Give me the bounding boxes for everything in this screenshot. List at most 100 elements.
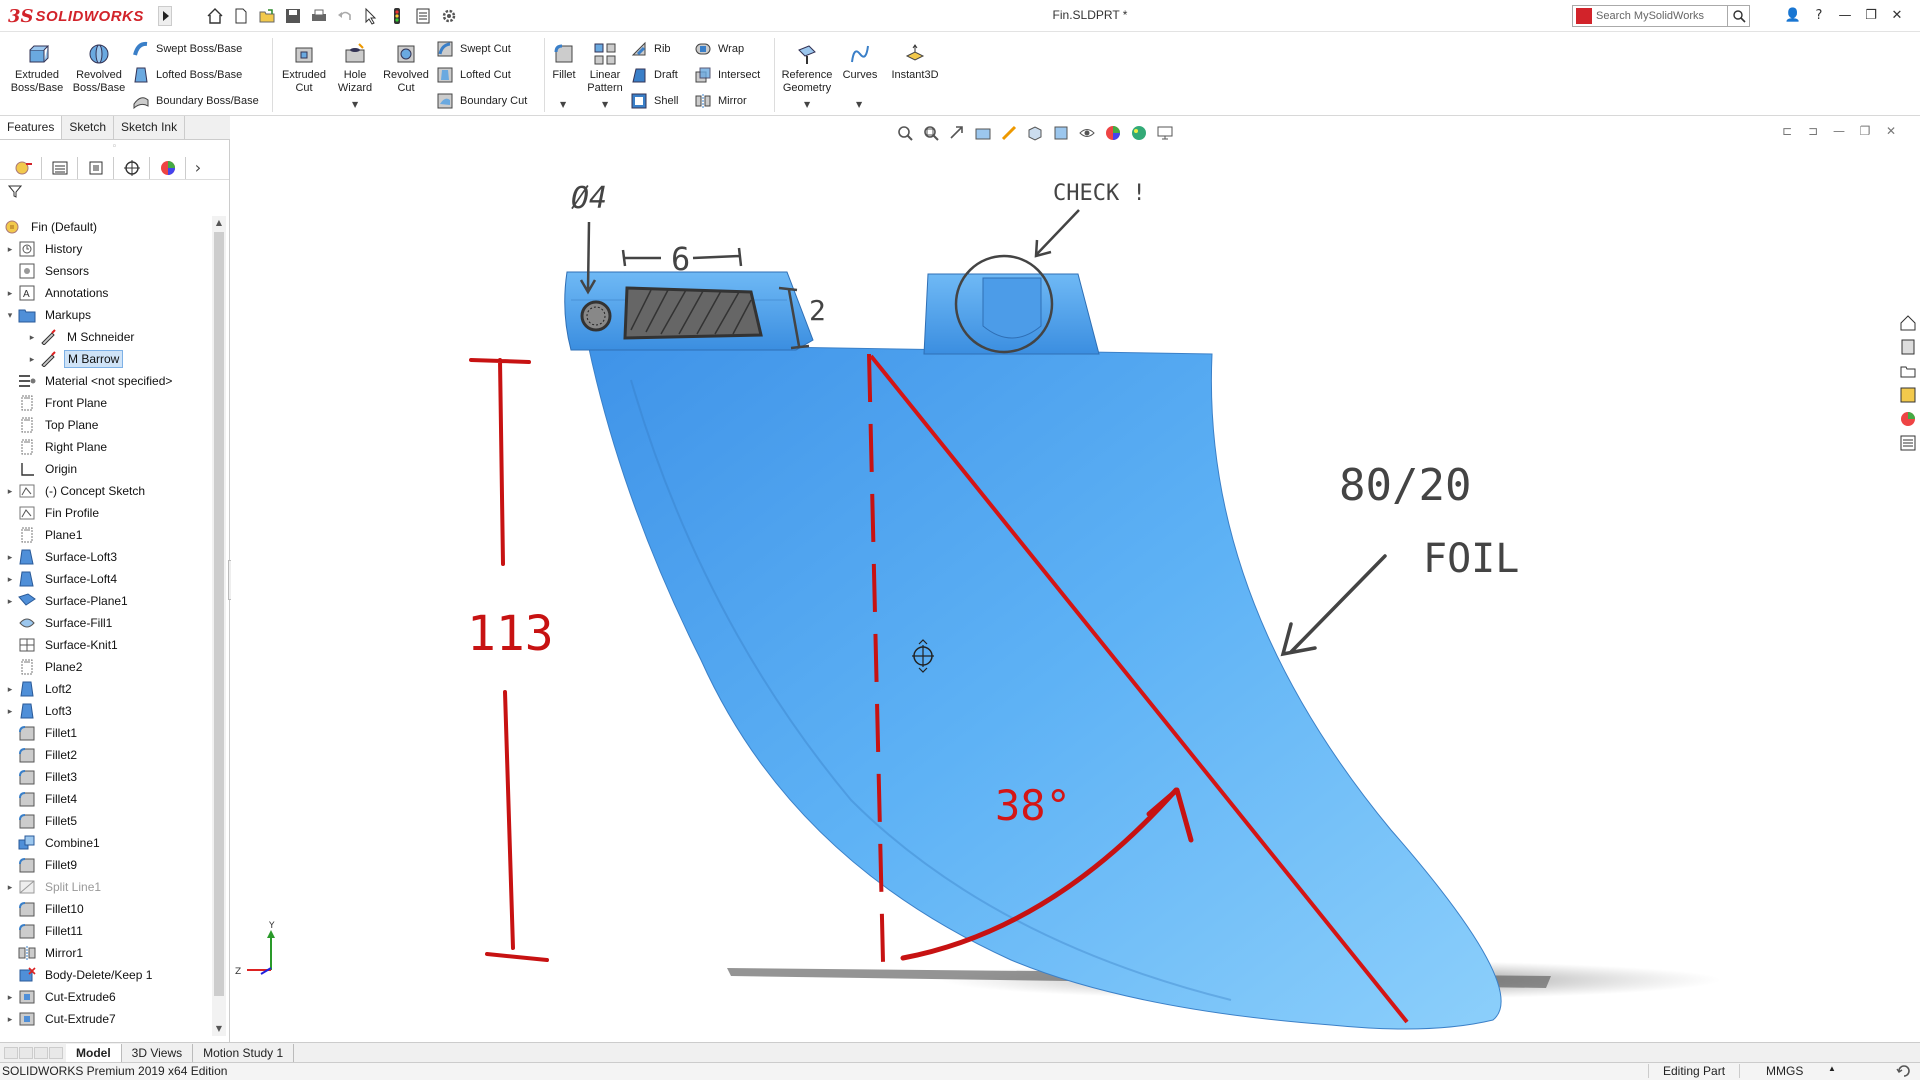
tree-item[interactable]: Fillet5 [0,810,212,832]
tree-item[interactable]: ▸ (-) Concept Sketch [0,480,212,502]
swept-cut-button[interactable]: Swept Cut [436,40,511,58]
tree-item[interactable]: ▸ Cut-Extrude7 [0,1008,212,1030]
view-palette-icon[interactable] [1899,386,1917,404]
tree-item[interactable]: ▸ M Schneider [0,326,212,348]
tree-item[interactable]: Body-Delete/Keep 1 [0,964,212,986]
view-orientation-icon[interactable] [1026,124,1046,142]
tree-item[interactable]: Fin Profile [0,502,212,524]
tree-item[interactable]: Fillet4 [0,788,212,810]
search-mysolidworks[interactable]: Search MySolidWorks [1572,5,1750,27]
restore-icon[interactable]: ❐ [1858,6,1884,26]
model-canvas[interactable]: Ø4 6 2 CHECK ! 113 38° 80/20 FOIL Y Z [231,140,1920,1042]
fin-body[interactable] [587,343,1502,1030]
expand-arrow-icon[interactable]: ▸ [26,332,38,343]
scroll-down-icon[interactable]: ▼ [212,1022,226,1036]
expand-arrow-icon[interactable]: ▸ [4,882,16,893]
tree-item[interactable]: Fillet2 [0,744,212,766]
help-icon[interactable]: ? [1806,6,1832,26]
tree-item[interactable]: ▸ Split Line1 [0,876,212,898]
minimize-icon[interactable]: — [1832,6,1858,26]
configuration-manager-tab-icon[interactable] [78,156,114,179]
previous-view-icon[interactable] [948,124,968,142]
tab-scroll-arrows[interactable] [0,1046,66,1059]
section-view-icon[interactable] [974,124,994,142]
hide-show-items-icon[interactable] [1078,124,1098,142]
expand-arrow-icon[interactable]: ▾ [4,310,16,321]
rebuild-status-icon[interactable] [1896,1063,1912,1079]
tab-model[interactable]: Model [66,1043,122,1062]
tree-item[interactable]: ▸ A Annotations [0,282,212,304]
expand-arrow-icon[interactable]: ▸ [4,552,16,563]
tree-item[interactable]: Fillet9 [0,854,212,876]
search-input[interactable]: Search MySolidWorks [1596,10,1727,22]
scrollbar-thumb[interactable] [214,232,224,996]
shell-button[interactable]: Shell [630,92,678,110]
tree-root[interactable]: Fin (Default) [0,216,212,238]
tree-scrollbar[interactable]: ▲ ▼ [212,216,226,1036]
user-icon[interactable]: 👤 [1780,6,1806,26]
filter-icon[interactable] [0,180,229,202]
viewport-close-icon[interactable]: ✕ [1878,124,1904,138]
panel-grip-icon[interactable]: ◦ [0,140,229,156]
edit-appearance-icon[interactable] [1104,124,1124,142]
tree-item[interactable]: ▸ M Barrow [0,348,212,370]
expand-arrow-icon[interactable]: ▸ [4,1014,16,1025]
expand-arrow-icon[interactable]: ▸ [4,574,16,585]
curves-dropdown-icon[interactable]: ▼ [856,100,862,109]
tree-item[interactable]: Fillet3 [0,766,212,788]
swept-boss-button[interactable]: Swept Boss/Base [132,40,242,58]
tree-item[interactable]: ▸ Loft3 [0,700,212,722]
hole-wizard-button[interactable]: Hole Wizard [332,42,378,95]
tab-sketch[interactable]: Sketch [62,116,115,139]
reference-geometry-button[interactable]: Reference Geometry [776,42,838,95]
expand-arrow-icon[interactable]: ▸ [26,354,38,365]
tree-item[interactable]: Fillet11 [0,920,212,942]
tab-3d-views[interactable]: 3D Views [122,1043,194,1062]
tree-item[interactable]: Front Plane [0,392,212,414]
extruded-boss-button[interactable]: Extruded Boss/Base [8,42,66,95]
tree-item[interactable]: ▾ Markups [0,304,212,326]
scroll-up-icon[interactable]: ▲ [212,216,226,230]
tree-item[interactable]: ▸ Cut-Extrude6 [0,986,212,1008]
dynamic-annotation-icon[interactable] [1000,124,1020,142]
draft-button[interactable]: Draft [630,66,678,84]
appearances-icon[interactable] [1899,410,1917,428]
display-manager-tab-icon[interactable] [150,156,186,179]
expand-arrow-icon[interactable]: ▸ [4,992,16,1003]
expand-arrow-icon[interactable]: ▸ [4,288,16,299]
rib-button[interactable]: Rib [630,40,671,58]
hole-wizard-dropdown-icon[interactable]: ▼ [352,100,358,109]
boundary-cut-button[interactable]: Boundary Cut [436,92,527,110]
wrap-button[interactable]: Wrap [694,40,744,58]
tree-item[interactable]: Material <not specified> [0,370,212,392]
viewport-minimize-icon[interactable]: — [1826,124,1852,138]
close-icon[interactable]: ✕ [1884,6,1910,26]
tab-motion-study[interactable]: Motion Study 1 [193,1043,295,1062]
tree-item[interactable]: Surface-Fill1 [0,612,212,634]
revolved-boss-button[interactable]: Revolved Boss/Base [70,42,128,95]
display-style-icon[interactable] [1052,124,1072,142]
lofted-boss-button[interactable]: Lofted Boss/Base [132,66,242,84]
zoom-to-area-icon[interactable] [922,124,942,142]
tree-item[interactable]: Mirror1 [0,942,212,964]
viewport-prev-icon[interactable]: ⊏ [1774,124,1800,138]
tree-item[interactable]: Origin [0,458,212,480]
feature-manager-tab-icon[interactable] [6,156,42,179]
tree-item[interactable]: Combine1 [0,832,212,854]
expand-arrow-icon[interactable]: ▸ [4,244,16,255]
more-tabs-chevron-icon[interactable]: › [186,158,210,177]
curves-button[interactable]: Curves [840,42,880,82]
search-icon[interactable] [1727,6,1749,26]
design-library-icon[interactable] [1899,338,1917,356]
tree-item[interactable]: ▸ Surface-Plane1 [0,590,212,612]
linear-pattern-button[interactable]: Linear Pattern [584,42,626,95]
apply-scene-icon[interactable] [1130,124,1150,142]
view-settings-icon[interactable] [1156,124,1176,142]
reference-geometry-dropdown-icon[interactable]: ▼ [804,100,810,109]
boundary-boss-button[interactable]: Boundary Boss/Base [132,92,259,110]
pattern-dropdown-icon[interactable]: ▼ [602,100,608,109]
expand-arrow-icon[interactable]: ▸ [4,596,16,607]
expand-arrow-icon[interactable]: ▸ [4,706,16,717]
instant3d-button[interactable]: Instant3D [886,42,944,82]
mirror-button[interactable]: Mirror [694,92,747,110]
